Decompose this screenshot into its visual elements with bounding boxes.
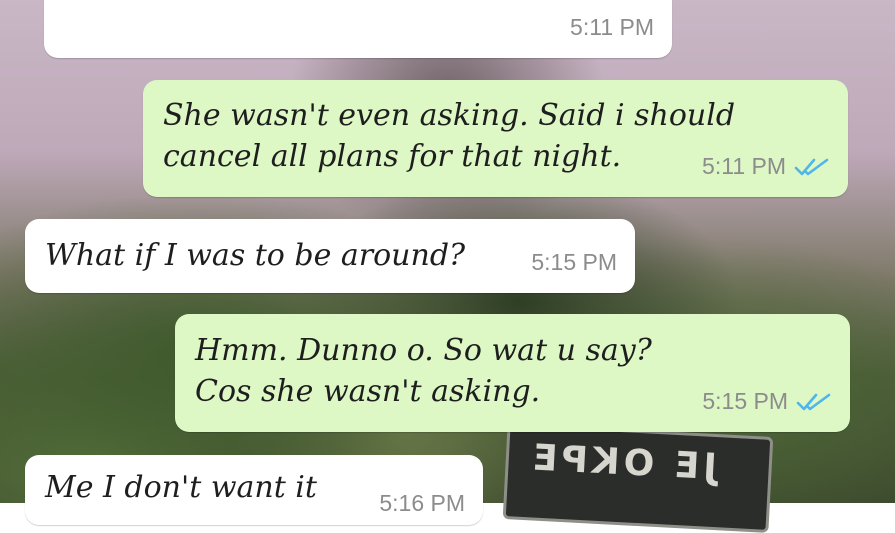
uniform-name-patch: JE OKPE [502,423,774,533]
message-meta: 5:15 PM [531,242,617,283]
message-text: Me I don't want it [45,470,317,505]
message-text: What if I was to be around? [45,238,466,273]
message-timestamp: 5:11 PM [570,14,654,40]
message-text: She wasn't even asking. Said i should ca… [163,95,735,177]
double-check-icon [794,158,829,175]
message-line: She wasn't even asking. Said i should [163,98,736,133]
message-meta: 5:11 PM [702,146,830,187]
message-bubble-incoming[interactable]: Me I don't want it 5:16 PM [25,455,483,525]
message-meta: 5:11 PM [570,7,654,48]
double-check-icon [796,393,831,410]
message-text: Hmm. Dunno o. So wat u say? Cos she wasn… [195,330,652,412]
message-meta: 5:16 PM [379,483,465,524]
message-bubble-incoming[interactable]: What if I was to be around? 5:15 PM [25,219,635,293]
message-timestamp: 5:15 PM [531,249,617,275]
message-bubble-incoming[interactable]: 5:11 PM [44,0,672,58]
message-bubble-outgoing[interactable]: Hmm. Dunno o. So wat u say? Cos she wasn… [175,314,850,432]
message-timestamp: 5:15 PM [702,388,788,414]
message-timestamp: 5:16 PM [379,490,465,516]
patch-text: JE OKPE [527,437,718,489]
message-bubble-outgoing[interactable]: She wasn't even asking. Said i should ca… [143,80,848,197]
message-timestamp: 5:11 PM [702,153,786,179]
message-meta: 5:15 PM [702,381,832,422]
message-line: Hmm. Dunno o. So wat u say? [195,333,652,368]
message-line: Cos she wasn't asking. [195,374,541,409]
message-line: cancel all plans for that night. [163,139,622,174]
